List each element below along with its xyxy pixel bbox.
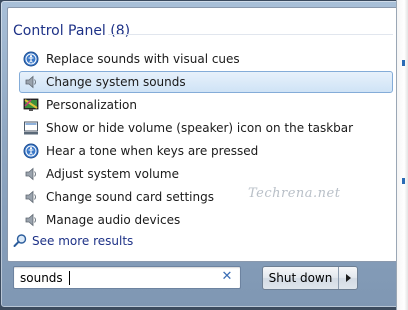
result-label: Show or hide volume (speaker) icon on th… (46, 121, 354, 135)
result-label: Change sound card settings (46, 190, 214, 204)
shut-down-options-arrow-icon[interactable] (339, 267, 357, 289)
result-label: Adjust system volume (46, 167, 179, 181)
search-field[interactable]: ✕ (13, 266, 241, 289)
section-title[interactable]: Control Panel (8) (13, 23, 130, 39)
result-change-system-sounds[interactable]: Change system sounds (19, 71, 393, 93)
background-window-edge (396, 0, 408, 310)
see-more-results-label: See more results (32, 234, 134, 248)
ease-of-access-icon (23, 51, 39, 67)
result-label: Hear a tone when keys are pressed (46, 144, 259, 158)
result-adjust-system-volume[interactable]: Adjust system volume (19, 163, 393, 185)
search-results-panel: Control Panel (8) Replace sounds with vi… (7, 7, 400, 262)
shut-down-button[interactable]: Shut down (263, 267, 339, 289)
result-label: Personalization (46, 98, 137, 112)
text-caret (69, 271, 70, 285)
result-manage-audio-devices[interactable]: Manage audio devices (19, 209, 393, 231)
watermark-text: Techrena.net (248, 186, 341, 201)
speaker-icon (23, 212, 39, 228)
result-label: Replace sounds with visual cues (46, 52, 240, 66)
edge-marker (402, 60, 405, 66)
magnifier-icon (12, 233, 28, 249)
result-label: Change system sounds (46, 75, 186, 89)
speaker-icon (23, 74, 39, 90)
result-show-or-hide-volume-icon[interactable]: Show or hide volume (speaker) icon on th… (19, 117, 393, 139)
speaker-icon (23, 189, 39, 205)
result-label: Manage audio devices (46, 213, 181, 227)
results-list: Replace sounds with visual cues Change s… (19, 48, 393, 232)
result-personalization[interactable]: Personalization (19, 94, 393, 116)
speaker-icon (23, 166, 39, 182)
edge-marker (402, 178, 405, 184)
personalization-icon (23, 97, 39, 113)
shut-down-button-group: Shut down (262, 266, 358, 290)
notification-area-icon (23, 120, 39, 136)
result-hear-a-tone-when-keys-are-pressed[interactable]: Hear a tone when keys are pressed (19, 140, 393, 162)
section-divider (108, 34, 393, 35)
see-more-results-link[interactable]: See more results (12, 233, 133, 249)
clear-search-icon[interactable]: ✕ (220, 270, 234, 284)
result-replace-sounds-with-visual-cues[interactable]: Replace sounds with visual cues (19, 48, 393, 70)
start-menu-window: Control Panel (8) Replace sounds with vi… (0, 0, 406, 308)
ease-of-access-icon (23, 143, 39, 159)
search-input[interactable] (14, 267, 220, 288)
